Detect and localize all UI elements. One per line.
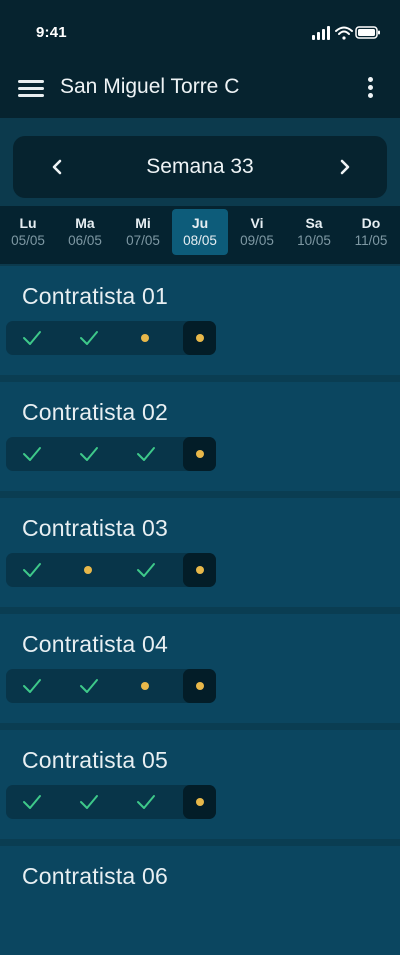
app-title: San Miguel Torre C	[60, 75, 240, 98]
day-date: 06/05	[68, 233, 102, 248]
week-selector-area: Semana 33 Lu 05/05 Ma 06/05 Mi 07/05 Ju 08/05 Vi…	[0, 118, 400, 266]
contractor-card[interactable]: Contratista 06	[0, 846, 400, 955]
check-icon	[80, 331, 98, 345]
day-status-cell[interactable]	[6, 321, 58, 355]
contractor-name: Contratista 06	[22, 863, 168, 889]
next-week-icon[interactable]	[329, 152, 359, 182]
day-status-cell[interactable]	[120, 669, 172, 703]
contractor-name: Contratista 03	[22, 515, 168, 541]
day-status-cell[interactable]	[63, 669, 115, 703]
check-icon	[23, 795, 41, 809]
pending-dot-icon	[196, 450, 204, 458]
week-navigator: Semana 33	[13, 136, 387, 198]
today-status-cell[interactable]	[183, 785, 216, 819]
hamburger-menu-icon[interactable]	[18, 77, 44, 99]
check-icon	[23, 679, 41, 693]
pending-dot-icon	[196, 566, 204, 574]
check-icon	[23, 563, 41, 577]
day-ma[interactable]: Ma 06/05	[57, 209, 113, 255]
pending-dot-icon	[196, 798, 204, 806]
day-date: 08/05	[183, 233, 217, 248]
day-status-cell[interactable]	[63, 553, 115, 587]
today-status-cell[interactable]	[183, 553, 216, 587]
contractor-name: Contratista 01	[22, 283, 168, 309]
day-mi[interactable]: Mi 07/05	[115, 209, 171, 255]
day-status-row	[6, 553, 216, 587]
day-vi[interactable]: Vi 09/05	[229, 209, 285, 255]
day-status-cell[interactable]	[63, 785, 115, 819]
day-strip: Lu 05/05 Ma 06/05 Mi 07/05 Ju 08/05 Vi 09/05 Sa 10/…	[0, 206, 400, 264]
day-status-row	[6, 437, 216, 471]
day-name: Ju	[191, 215, 209, 231]
today-status-cell[interactable]	[183, 321, 216, 355]
day-sa[interactable]: Sa 10/05	[286, 209, 342, 255]
contractor-card[interactable]: Contratista 05	[0, 730, 400, 839]
day-name: Lu	[19, 215, 37, 231]
contractor-name: Contratista 04	[22, 631, 168, 657]
day-ju[interactable]: Ju 08/05	[172, 209, 228, 255]
day-date: 09/05	[240, 233, 274, 248]
day-date: 05/05	[11, 233, 45, 248]
day-status-cell[interactable]	[120, 321, 172, 355]
today-status-cell[interactable]	[183, 669, 216, 703]
day-status-row	[6, 785, 216, 819]
day-status-cell[interactable]	[120, 785, 172, 819]
day-name: Do	[361, 215, 381, 231]
battery-icon	[355, 26, 380, 39]
day-status-cell[interactable]	[120, 437, 172, 471]
day-status-cell[interactable]	[63, 437, 115, 471]
contractor-card[interactable]: Contratista 03	[0, 498, 400, 607]
day-date: 07/05	[126, 233, 160, 248]
day-date: 10/05	[297, 233, 331, 248]
day-date: 11/05	[354, 233, 388, 248]
check-icon	[137, 563, 155, 577]
status-time: 9:41	[36, 24, 67, 41]
status-bar: 9:41	[0, 0, 400, 64]
day-status-cell[interactable]	[6, 785, 58, 819]
check-icon	[23, 331, 41, 345]
pending-dot-icon	[84, 566, 92, 574]
day-name: Sa	[305, 215, 323, 231]
today-status-cell[interactable]	[183, 437, 216, 471]
contractor-card[interactable]: Contratista 04	[0, 614, 400, 723]
day-do[interactable]: Do 11/05	[343, 209, 399, 255]
top-header: 9:41 San Miguel Torre C	[0, 0, 400, 118]
app-bar: San Miguel Torre C	[0, 64, 400, 118]
contractor-card[interactable]: Contratista 02	[0, 382, 400, 491]
day-name: Ma	[75, 215, 95, 231]
day-status-cell[interactable]	[63, 321, 115, 355]
signal-icon	[312, 26, 330, 40]
day-status-cell[interactable]	[6, 437, 58, 471]
more-options-icon[interactable]	[364, 74, 376, 102]
check-icon	[80, 679, 98, 693]
day-lu[interactable]: Lu 05/05	[0, 209, 56, 255]
day-status-row	[6, 321, 216, 355]
contractor-name: Contratista 02	[22, 399, 168, 425]
contractor-card[interactable]: Contratista 01	[0, 266, 400, 375]
pending-dot-icon	[141, 334, 149, 342]
pending-dot-icon	[141, 682, 149, 690]
check-icon	[80, 795, 98, 809]
day-status-row	[6, 669, 216, 703]
pending-dot-icon	[196, 334, 204, 342]
contractor-name: Contratista 05	[22, 747, 168, 773]
day-status-cell[interactable]	[6, 553, 58, 587]
contractor-list: Contratista 01 Contratista 02 Contratista …	[0, 266, 400, 955]
wifi-icon	[335, 26, 353, 40]
check-icon	[80, 447, 98, 461]
day-status-cell[interactable]	[6, 669, 58, 703]
day-status-cell[interactable]	[120, 553, 172, 587]
check-icon	[23, 447, 41, 461]
pending-dot-icon	[196, 682, 204, 690]
day-name: Mi	[135, 215, 151, 231]
day-name: Vi	[250, 215, 264, 231]
check-icon	[137, 447, 155, 461]
status-icons	[312, 26, 380, 40]
check-icon	[137, 795, 155, 809]
